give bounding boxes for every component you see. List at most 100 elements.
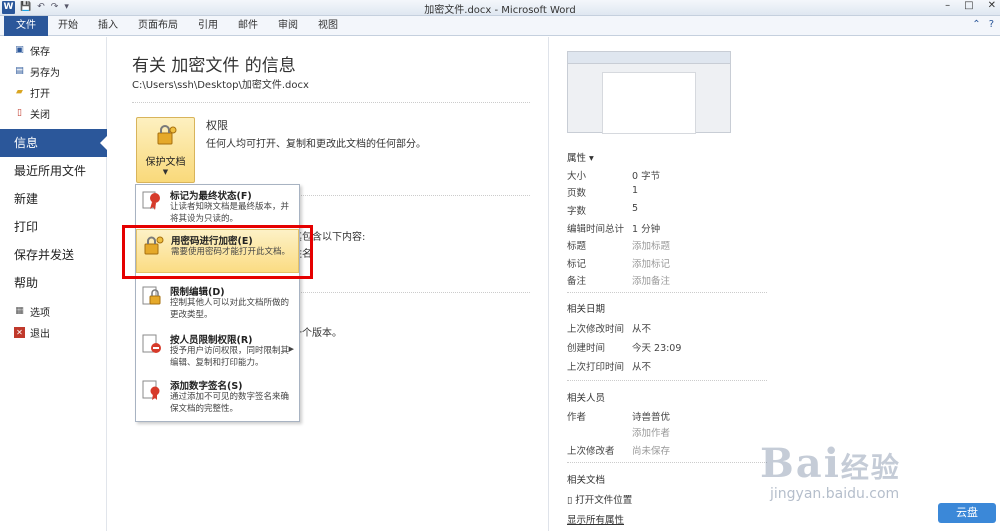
chevron-right-icon: ▶ xyxy=(288,345,294,353)
property-value: 0 字节 xyxy=(632,171,661,182)
menu-item-title: 标记为最终状态(F) xyxy=(170,191,252,202)
property-value: 从不 xyxy=(632,324,652,335)
show-all-properties-link[interactable]: 显示所有属性 xyxy=(567,512,624,526)
open-file-location-link[interactable]: ▯ 打开文件位置 xyxy=(567,492,632,506)
add-tags-field[interactable]: 添加标记 xyxy=(632,256,670,270)
tab-references[interactable]: 引用 xyxy=(188,16,228,36)
menu-item-title: 按人员限制权限(R) xyxy=(170,335,253,346)
thumbnail-toolbar xyxy=(568,52,730,64)
menu-item-restrict-permission[interactable]: 按人员限制权限(R) 授予用户访问权限，同时限制其编辑、复制和打印能力。 ▶ xyxy=(136,329,299,373)
divider xyxy=(298,195,530,196)
sidebar-item-options[interactable]: ▦ 选项 xyxy=(0,301,106,322)
save-as-icon: ▤ xyxy=(15,66,24,76)
property-key: 上次修改者 xyxy=(567,446,615,457)
property-key: 备注 xyxy=(567,276,587,287)
menu-item-digital-signature[interactable]: 添加数字签名(S) 通过添加不可见的数字签名来确保文档的完整性。 xyxy=(136,375,299,419)
tab-home[interactable]: 开始 xyxy=(48,16,88,36)
watermark-suffix: 经验 xyxy=(840,451,901,484)
sidebar-item-info[interactable]: 信息 xyxy=(0,129,108,157)
menu-item-title: 限制编辑(D) xyxy=(170,287,225,298)
sidebar-item-open[interactable]: ▰ 打开 xyxy=(0,82,106,103)
properties-header[interactable]: 属性 ▾ xyxy=(567,150,594,164)
help-icon[interactable]: ? xyxy=(989,19,994,30)
tab-mailings[interactable]: 邮件 xyxy=(228,16,268,36)
add-comments-field[interactable]: 添加备注 xyxy=(632,273,670,287)
permissions-title: 权限 xyxy=(206,119,228,132)
sidebar-item-label: 退出 xyxy=(30,329,50,340)
divider xyxy=(567,462,767,463)
options-icon: ▦ xyxy=(15,306,24,316)
sidebar-item-save-as[interactable]: ▤ 另存为 xyxy=(0,61,106,82)
menu-item-desc: 控制其他人可以对此文档所做的更改类型。 xyxy=(170,298,290,320)
ribbon-help-area: ⌃ ? xyxy=(972,19,994,30)
window-title: 加密文件.docx - Microsoft Word xyxy=(424,5,576,16)
ribbon-tabs: 文件 开始 插入 页面布局 引用 邮件 审阅 视图 xyxy=(0,16,1000,36)
cloud-badge: 云盘 xyxy=(938,503,996,523)
close-doc-icon: ▯ xyxy=(17,108,22,118)
sidebar-item-label: 关闭 xyxy=(30,110,50,121)
chevron-down-icon: ▼ xyxy=(162,168,169,176)
thumbnail-page xyxy=(602,72,696,134)
add-title-field[interactable]: 添加标题 xyxy=(632,238,670,252)
menu-item-title: 添加数字签名(S) xyxy=(170,381,243,392)
menu-item-restrict-editing[interactable]: 限制编辑(D) 控制其他人可以对此文档所做的更改类型。 xyxy=(136,281,299,325)
property-value: 1 分钟 xyxy=(632,224,661,235)
protect-document-button[interactable]: 保护文档 ▼ xyxy=(136,117,195,183)
page-title: 有关 加密文件 的信息 xyxy=(132,56,296,76)
sidebar-item-save-send[interactable]: 保存并发送 xyxy=(0,241,106,269)
open-folder-icon: ▰ xyxy=(16,87,23,97)
window-controls: – □ ✕ xyxy=(945,0,996,11)
restrict-edit-icon xyxy=(142,286,161,305)
close-button[interactable]: ✕ xyxy=(988,0,996,11)
related-dates-header: 相关日期 xyxy=(567,304,606,315)
divider xyxy=(132,102,530,103)
sidebar-item-label: 另存为 xyxy=(30,68,60,79)
watermark-text: Bai xyxy=(760,440,841,487)
divider xyxy=(567,292,767,293)
baidu-watermark: Bai经验 xyxy=(760,440,901,487)
divider xyxy=(298,292,530,293)
property-key: 标记 xyxy=(567,259,587,270)
sidebar-item-print[interactable]: 打印 xyxy=(0,213,106,241)
sidebar-item-save[interactable]: ▣ 保存 xyxy=(0,40,106,61)
protect-document-menu: 标记为最终状态(F) 让读者知晓文档是最终版本，并将其设为只读的。 用密码进行加… xyxy=(135,184,300,422)
minimize-button[interactable]: – xyxy=(945,0,950,11)
tab-page-layout[interactable]: 页面布局 xyxy=(128,16,188,36)
document-thumbnail[interactable] xyxy=(567,51,731,134)
property-value: 1 xyxy=(632,185,639,196)
sidebar-item-label: 打开 xyxy=(30,89,50,100)
permissions-desc: 任何人均可打开、复制和更改此文档的任何部分。 xyxy=(206,139,426,150)
menu-item-mark-final[interactable]: 标记为最终状态(F) 让读者知晓文档是最终版本，并将其设为只读的。 xyxy=(136,185,299,229)
property-key: 上次打印时间 xyxy=(567,362,625,373)
menu-item-desc: 让读者知晓文档是最终版本，并将其设为只读的。 xyxy=(170,202,290,224)
maximize-button[interactable]: □ xyxy=(964,0,973,11)
open-file-location-label: 打开文件位置 xyxy=(575,495,633,506)
sidebar-item-recent[interactable]: 最近所用文件 xyxy=(0,157,106,185)
ribbon-minimize-icon[interactable]: ⌃ xyxy=(972,19,980,30)
protect-document-label: 保护文档 xyxy=(145,157,186,168)
signature-icon xyxy=(142,380,160,400)
backstage-sidebar: ▣ 保存 ▤ 另存为 ▰ 打开 ▯ 关闭 信息 最近所用文件 新建 打印 保存并… xyxy=(0,37,108,531)
property-key: 标题 xyxy=(567,241,587,252)
tab-insert[interactable]: 插入 xyxy=(88,16,128,36)
property-value: 今天 23:09 xyxy=(632,343,682,354)
author-value[interactable]: 诗兽普优 xyxy=(632,409,670,423)
tab-review[interactable]: 审阅 xyxy=(268,16,308,36)
sidebar-item-close[interactable]: ▯ 关闭 xyxy=(0,103,106,124)
sidebar-item-exit[interactable]: ✕ 退出 xyxy=(0,322,106,343)
baidu-watermark-url: jingyan.baidu.com xyxy=(770,486,900,502)
property-key: 上次修改时间 xyxy=(567,324,625,335)
menu-item-desc: 授予用户访问权限，同时限制其编辑、复制和打印能力。 xyxy=(170,346,290,368)
property-key: 字数 xyxy=(567,206,587,217)
lock-icon xyxy=(157,125,176,145)
sidebar-item-help[interactable]: 帮助 xyxy=(0,269,106,297)
final-ribbon-icon xyxy=(142,191,160,210)
add-author-field[interactable]: 添加作者 xyxy=(632,425,670,439)
tab-file[interactable]: 文件 xyxy=(4,16,48,36)
sidebar-item-new[interactable]: 新建 xyxy=(0,185,106,213)
property-value: 从不 xyxy=(632,362,652,373)
property-key: 作者 xyxy=(567,412,587,423)
exit-icon: ✕ xyxy=(14,327,25,338)
tab-view[interactable]: 视图 xyxy=(308,16,348,36)
file-path: C:\Users\ssh\Desktop\加密文件.docx xyxy=(132,80,309,91)
